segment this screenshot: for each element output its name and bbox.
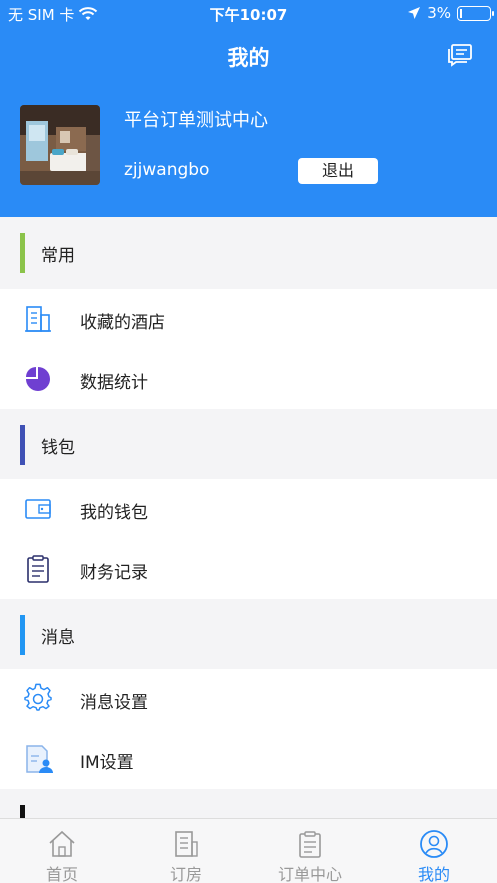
tab-label: 订房 (169, 865, 202, 883)
clipboard-icon (27, 555, 49, 583)
section-accent-bar (20, 615, 25, 655)
message-icon[interactable] (447, 43, 473, 67)
menu-item-im-settings[interactable]: IM设置 (0, 729, 497, 789)
menu-item-my-wallet[interactable]: 我的钱包 (0, 479, 497, 539)
section-accent-bar (20, 233, 25, 273)
menu-item-label: 财务记录 (80, 563, 148, 583)
gear-icon (24, 683, 52, 711)
status-right: 3% (407, 4, 494, 22)
document-icon (175, 831, 198, 857)
nav-bar: 我的 (0, 36, 497, 76)
building-icon (25, 306, 51, 332)
section-message: 消息 (0, 599, 497, 671)
clipboard-icon (299, 831, 321, 858)
tab-home[interactable]: 首页 (0, 819, 124, 883)
section-wallet: 钱包 (0, 409, 497, 481)
battery-icon (457, 5, 494, 21)
wallet-icon (25, 499, 51, 519)
section-label: 钱包 (41, 438, 75, 458)
section-accent-bar (20, 425, 25, 465)
section-label: 常用 (41, 246, 75, 266)
menu-item-finance-records[interactable]: 财务记录 (0, 539, 497, 599)
hotel-name: 平台订单测试中心 (124, 110, 268, 131)
tab-label: 我的 (417, 865, 450, 883)
location-arrow-icon (408, 7, 421, 19)
battery-percent: 3% (427, 4, 451, 22)
tab-bar: 首页 订房 订单中心 我的 (0, 818, 497, 883)
menu-item-statistics[interactable]: 数据统计 (0, 349, 497, 409)
menu-item-label: 数据统计 (80, 373, 148, 393)
pie-chart-icon (26, 367, 50, 391)
section-label: 消息 (41, 628, 75, 648)
tab-label: 订单中心 (277, 865, 342, 883)
tab-order-center[interactable]: 订单中心 (248, 819, 372, 883)
section-common: 常用 (0, 217, 497, 289)
logout-button[interactable]: 退出 (298, 158, 378, 184)
tab-booking[interactable]: 订房 (124, 819, 248, 883)
menu-item-label: 我的钱包 (80, 503, 148, 523)
tab-label: 首页 (45, 865, 78, 883)
username: zjjwangbo (124, 160, 210, 180)
home-icon (49, 830, 75, 857)
menu-item-label: IM设置 (80, 753, 134, 773)
hotel-avatar[interactable] (20, 105, 100, 185)
user-icon (420, 830, 448, 858)
tab-mine[interactable]: 我的 (372, 819, 496, 883)
profile-header: 无 SIM 卡 下午10:07 3% 我的 平台订单测试中心 zjjwangbo… (0, 0, 497, 217)
status-bar: 无 SIM 卡 下午10:07 3% (0, 0, 497, 28)
contact-card-icon (26, 745, 53, 773)
menu-item-message-settings[interactable]: 消息设置 (0, 669, 497, 729)
page-title: 我的 (227, 46, 270, 70)
menu-item-favorite-hotels[interactable]: 收藏的酒店 (0, 289, 497, 349)
menu-item-label: 消息设置 (80, 693, 148, 713)
menu-item-label: 收藏的酒店 (80, 313, 165, 333)
